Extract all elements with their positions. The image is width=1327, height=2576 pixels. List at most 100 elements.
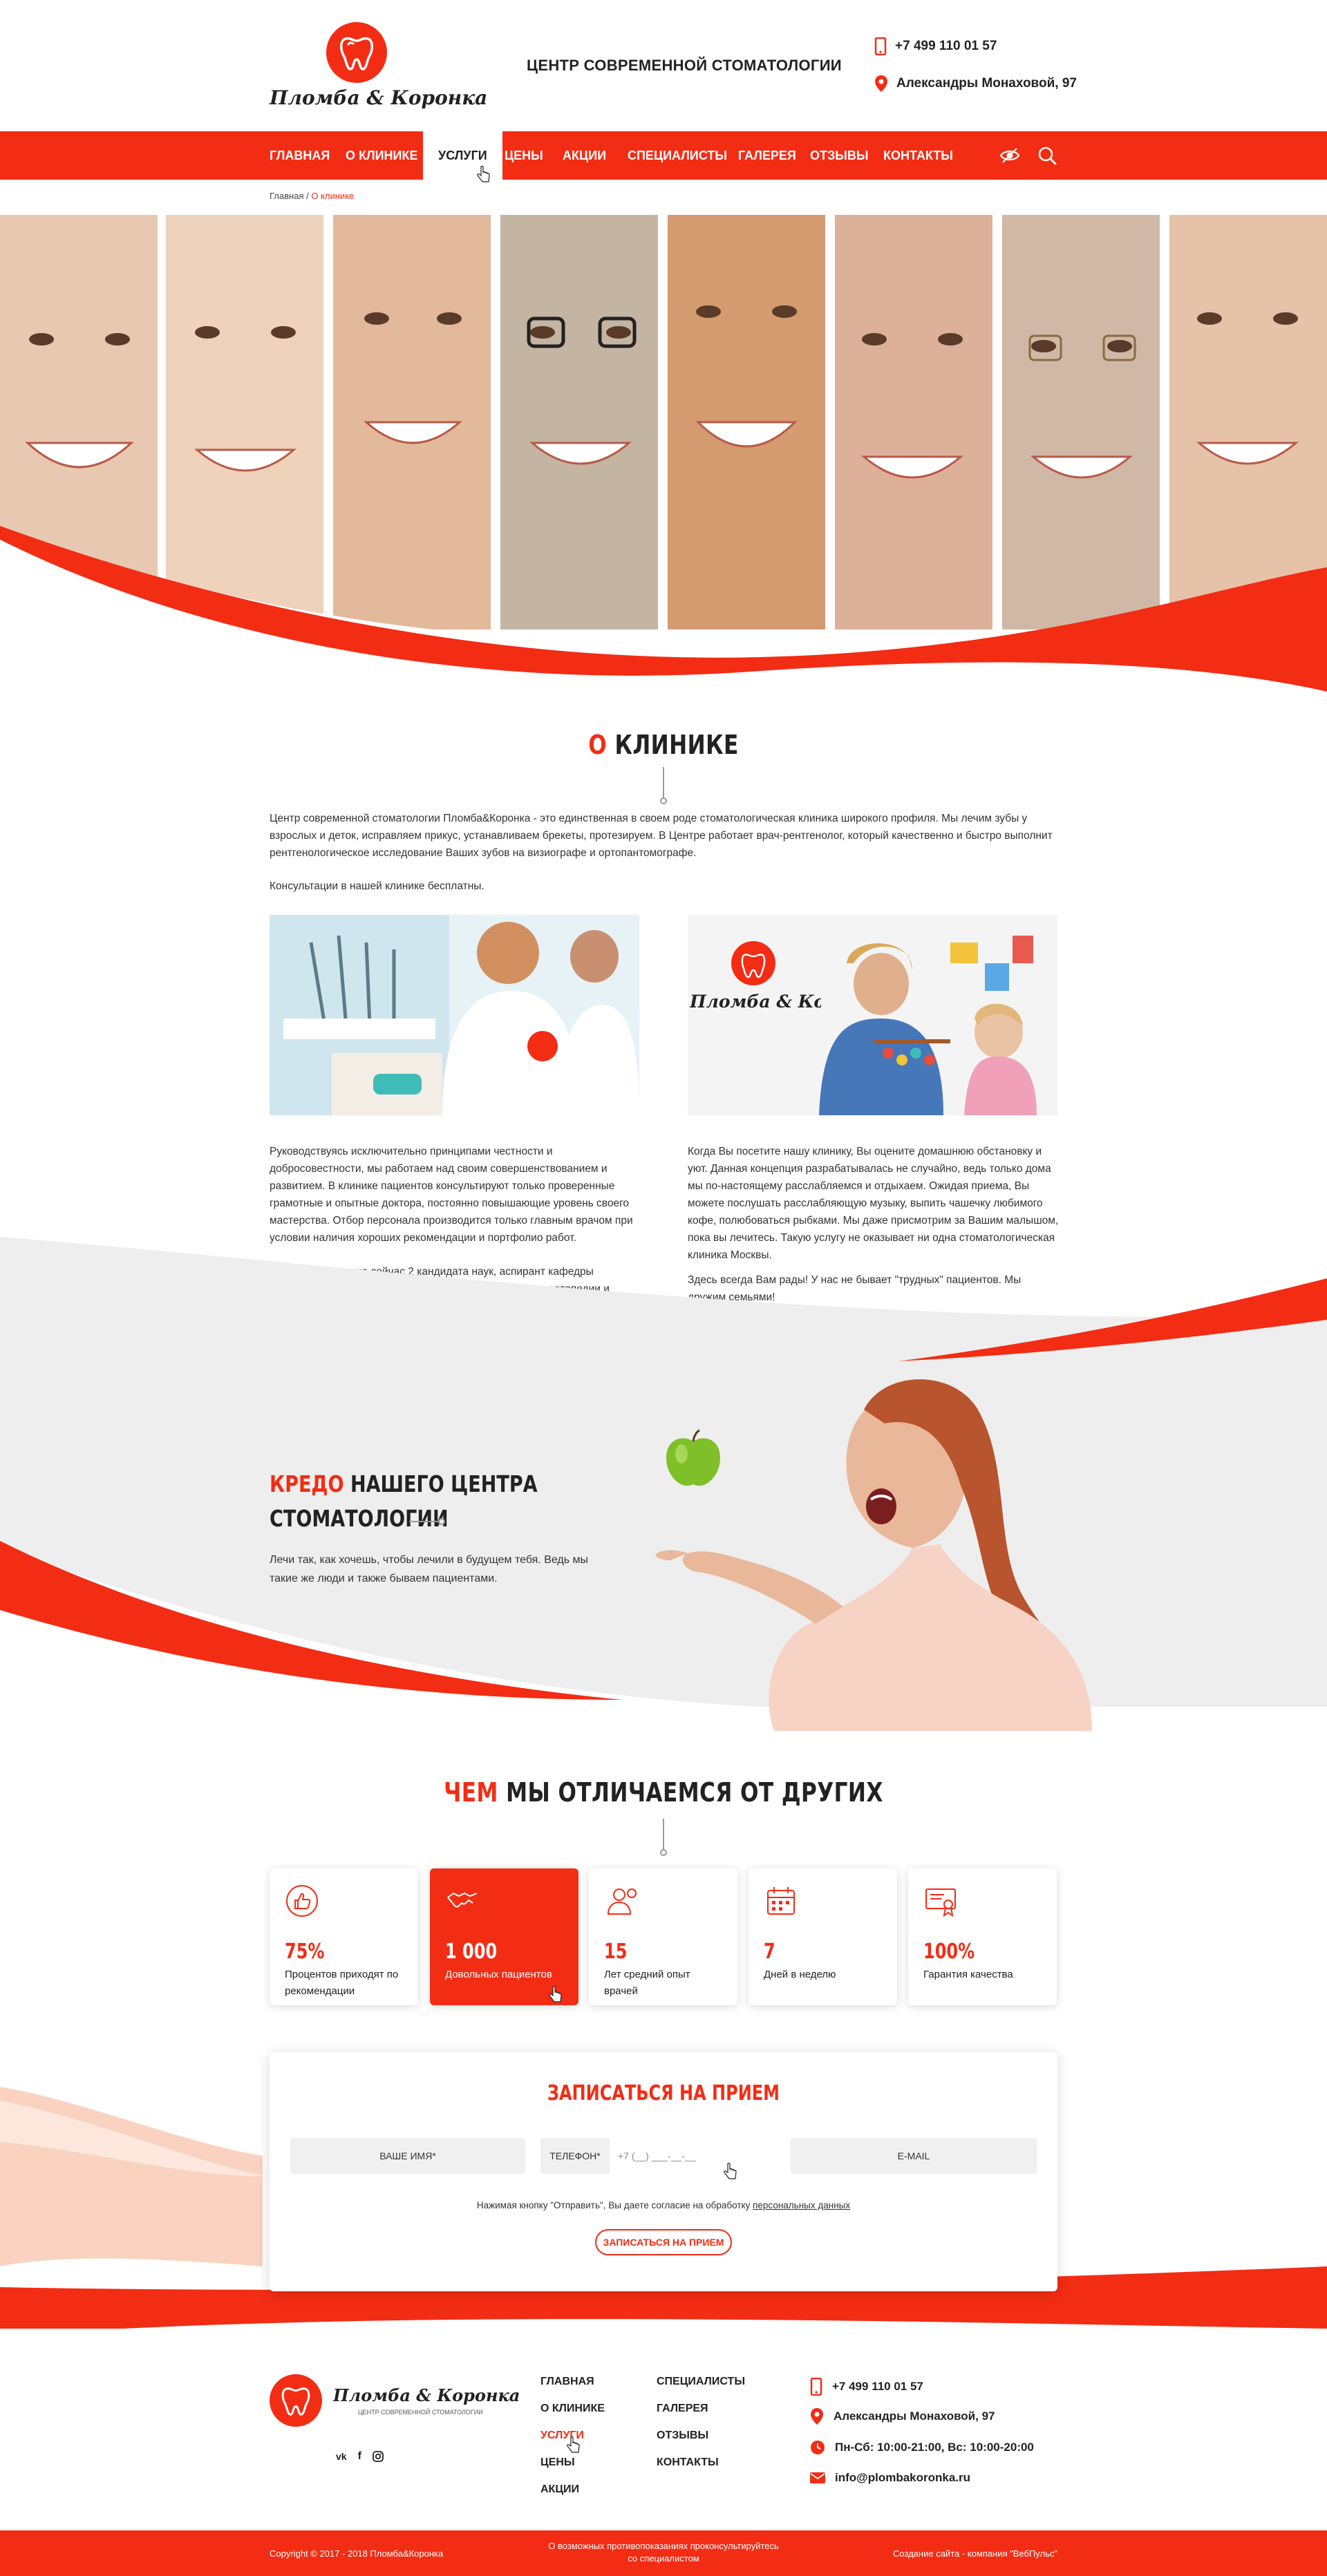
email-input[interactable]: E-MAIL bbox=[791, 2138, 1037, 2174]
diff-title-rest: МЫ ОТЛИЧАЕМСЯ ОТ ДРУГИХ bbox=[498, 1777, 883, 1808]
dental-staff-photo bbox=[270, 915, 639, 1115]
hand-cursor-icon bbox=[549, 1986, 562, 2002]
footer-link-about[interactable]: О КЛИНИКЕ bbox=[540, 2403, 605, 2415]
smiling-woman-image bbox=[655, 1379, 1092, 1731]
hero-faces-image bbox=[0, 215, 1327, 699]
footer-phone[interactable]: +7 499 110 01 57 bbox=[810, 2378, 923, 2396]
form-title: ЗАПИСАТЬСЯ НА ПРИЕМ bbox=[547, 2081, 780, 2105]
location-pin-icon bbox=[875, 75, 887, 92]
footer-bottom-bar: Copyright © 2017 - 2018 Пломба&Коронка О… bbox=[0, 2530, 1327, 2576]
header-phone-text: +7 499 110 01 57 bbox=[895, 39, 997, 53]
thumbs-up-icon bbox=[286, 1885, 318, 1917]
footer-link-gallery[interactable]: ГАЛЕРЕЯ bbox=[657, 2403, 708, 2415]
phone-icon bbox=[874, 37, 887, 55]
header-address: Александры Монаховой, 97 bbox=[874, 75, 1077, 93]
about-title-highlight: О bbox=[588, 730, 608, 760]
phone-field[interactable]: ТЕЛЕФОН* +7 (__) ___-__-__ bbox=[540, 2138, 775, 2174]
doctor-icon bbox=[607, 1888, 637, 1915]
nav-item-prices[interactable]: ЦЕНЫ bbox=[505, 131, 543, 180]
credo-line bbox=[409, 1521, 440, 1522]
footer-logo-tooth-icon[interactable] bbox=[270, 2374, 322, 2427]
hand-cursor-icon bbox=[477, 166, 490, 182]
header-address-text: Александры Монаховой, 97 bbox=[896, 76, 1077, 91]
divider-line bbox=[663, 767, 664, 799]
nav-item-promo[interactable]: АКЦИИ bbox=[563, 131, 606, 180]
footer-link-home[interactable]: ГЛАВНАЯ bbox=[540, 2376, 594, 2388]
disclaimer-line-2: со специалистом bbox=[628, 2553, 699, 2564]
divider-dot bbox=[660, 797, 667, 804]
eye-icon[interactable] bbox=[999, 145, 1020, 166]
mail-icon bbox=[810, 2472, 825, 2483]
footer-link-reviews[interactable]: ОТЗЫВЫ bbox=[657, 2430, 708, 2442]
feature-number: 7 bbox=[764, 1940, 775, 1964]
tagline: ЦЕНТР СОВРЕМЕННОЙ СТОМАТОЛОГИИ bbox=[527, 57, 842, 74]
phone-input[interactable]: +7 (__) ___-__-__ bbox=[618, 2150, 695, 2161]
consent-text: Нажимая кнопку "Отправить", Вы даете сог… bbox=[270, 2200, 1057, 2210]
search-icon[interactable] bbox=[1037, 145, 1057, 166]
feature-card-guarantee[interactable]: 100% Гарантия качества bbox=[908, 1868, 1057, 2005]
site-header: Пломба & Коронка ЦЕНТР СОВРЕМЕННОЙ СТОМА… bbox=[0, 0, 1327, 131]
footer-logo-text[interactable]: Пломба & Коронка bbox=[333, 2385, 520, 2405]
credo-title-rest-2: СТОМАТОЛОГИИ bbox=[270, 1505, 449, 1532]
facebook-icon[interactable]: f bbox=[358, 2450, 361, 2463]
handshake-icon bbox=[447, 1892, 478, 1908]
clock-icon bbox=[811, 2441, 825, 2454]
name-input[interactable]: ВАШЕ ИМЯ* bbox=[290, 2138, 525, 2174]
footer-link-prices[interactable]: ЦЕНЫ bbox=[540, 2456, 575, 2469]
feature-card-recommendations[interactable]: 75% Процентов приходят по рекомендации bbox=[270, 1868, 418, 2005]
feature-number: 1 000 bbox=[445, 1940, 498, 1964]
feature-card-experience[interactable]: 15 Лет средний опыт врачей bbox=[589, 1868, 737, 2005]
credo-text: Лечи так, как хочешь, чтобы лечили в буд… bbox=[270, 1554, 589, 1584]
breadcrumb-home[interactable]: Главная bbox=[270, 191, 303, 201]
nav-item-about[interactable]: О КЛИНИКЕ bbox=[346, 131, 417, 180]
footer-address: Александры Монаховой, 97 bbox=[810, 2407, 995, 2425]
nav-item-specialists[interactable]: СПЕЦИАЛИСТЫ bbox=[628, 131, 727, 180]
disclaimer-line-1: О возможных противопоказаниях проконсуль… bbox=[548, 2541, 779, 2551]
certificate-icon bbox=[925, 1888, 956, 1917]
feature-number: 100% bbox=[923, 1940, 975, 1964]
site-credit[interactable]: Создание сайта - компания "ВебПульс" bbox=[893, 2548, 1057, 2559]
feature-label: Гарантия качества bbox=[923, 1969, 1013, 1980]
feature-number: 75% bbox=[285, 1940, 325, 1964]
footer-hours: Пн-Сб: 10:00-21:00, Вс: 10:00-20:00 bbox=[810, 2440, 1034, 2455]
feature-label: Лет средний опыт врачей bbox=[604, 1969, 690, 1997]
consent-pre: Нажимая кнопку "Отправить", Вы даете сог… bbox=[476, 2200, 753, 2210]
feature-number: 15 bbox=[604, 1940, 628, 1964]
diff-divider-dot bbox=[660, 1849, 667, 1856]
instagram-icon[interactable] bbox=[373, 2451, 384, 2462]
social-links: vk f bbox=[336, 2450, 384, 2463]
footer-link-promo[interactable]: АКЦИИ bbox=[540, 2483, 579, 2496]
appointment-form: ЗАПИСАТЬСЯ НА ПРИЕМ ВАШЕ ИМЯ* ТЕЛЕФОН* +… bbox=[270, 2052, 1057, 2291]
feature-label: Процентов приходят по рекомендации bbox=[285, 1969, 399, 1997]
submit-button[interactable]: ЗАПИСАТЬСЯ НА ПРИЕМ bbox=[595, 2229, 732, 2255]
about-title-rest: КЛИНИКЕ bbox=[607, 730, 739, 760]
footer-link-specialists[interactable]: СПЕЦИАЛИСТЫ bbox=[657, 2376, 745, 2388]
footer-hours-text: Пн-Сб: 10:00-21:00, Вс: 10:00-20:00 bbox=[835, 2441, 1034, 2454]
feature-card-patients[interactable]: 1 000 Довольных пациентов bbox=[430, 1868, 578, 2005]
nav-item-home[interactable]: ГЛАВНАЯ bbox=[270, 131, 330, 180]
main-nav: ГЛАВНАЯ О КЛИНИКЕ УСЛУГИ ЦЕНЫ АКЦИИ СПЕЦ… bbox=[0, 131, 1327, 182]
calendar-icon bbox=[767, 1887, 795, 1915]
header-phone[interactable]: +7 499 110 01 57 bbox=[874, 37, 997, 55]
footer-link-contacts[interactable]: КОНТАКТЫ bbox=[657, 2456, 719, 2469]
credo-dot bbox=[438, 1518, 445, 1525]
location-pin-icon bbox=[811, 2408, 823, 2425]
nav-item-reviews[interactable]: ОТЗЫВЫ bbox=[810, 131, 869, 180]
nav-item-contacts[interactable]: КОНТАКТЫ bbox=[883, 131, 953, 180]
vk-icon[interactable]: vk bbox=[336, 2451, 347, 2462]
breadcrumb: Главная / О клинике bbox=[270, 191, 354, 201]
breadcrumb-separator: / bbox=[303, 191, 312, 201]
breadcrumb-current: О клинике bbox=[311, 191, 355, 201]
consent-link[interactable]: персональных данных bbox=[753, 2200, 850, 2210]
feature-label: Довольных пациентов bbox=[445, 1969, 552, 1980]
footer-logo-subtitle: ЦЕНТР СОВРЕМЕННОЙ СТОМАТОЛОГИИ bbox=[358, 2409, 483, 2416]
diff-divider-line bbox=[663, 1819, 664, 1850]
credo-title-rest-1: НАШЕГО ЦЕНТРА bbox=[343, 1470, 538, 1497]
nav-item-gallery[interactable]: ГАЛЕРЕЯ bbox=[738, 131, 796, 180]
logo-text[interactable]: Пломба & Коронка bbox=[270, 86, 487, 109]
hand-cursor-icon bbox=[724, 2163, 737, 2179]
logo-tooth-icon[interactable] bbox=[326, 22, 387, 83]
feature-card-days[interactable]: 7 Дней в неделю bbox=[749, 1868, 897, 2005]
footer-email[interactable]: info@plombakoronka.ru bbox=[810, 2471, 970, 2485]
kids-room-photo bbox=[688, 915, 1057, 1115]
